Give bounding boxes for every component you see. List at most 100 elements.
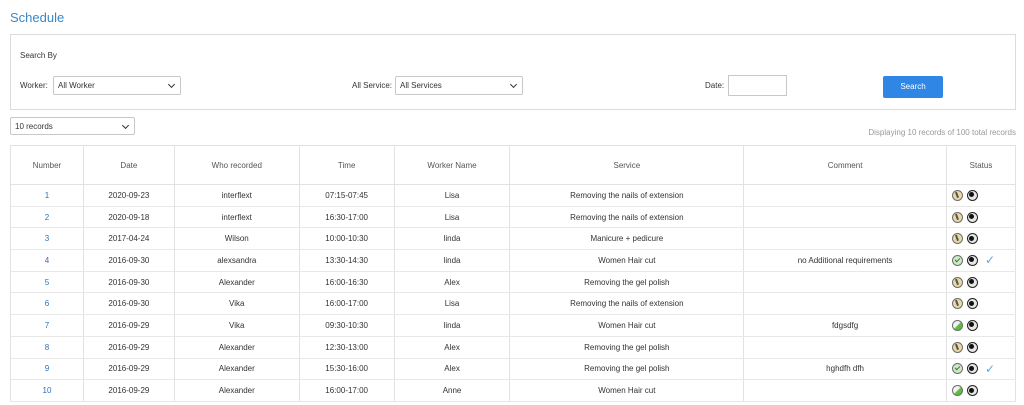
- header-number[interactable]: Number: [10, 145, 84, 185]
- records-per-page-select[interactable]: 10 records: [10, 117, 135, 135]
- row-comment: [743, 292, 947, 316]
- row-service: Removing the nails of extension: [509, 206, 745, 229]
- cancel-icon[interactable]: [966, 341, 978, 353]
- check-icon: ✓: [984, 361, 996, 376]
- row-number-link[interactable]: 6: [10, 292, 84, 316]
- row-status: ✓: [945, 249, 1017, 272]
- row-comment: hghdfh dfh: [743, 358, 947, 381]
- header-date[interactable]: Date: [82, 145, 175, 185]
- row-status: [945, 314, 1017, 337]
- header-who-recorded[interactable]: Who recorded: [173, 145, 300, 185]
- header-service[interactable]: Service: [509, 145, 745, 185]
- pending-icon[interactable]: [951, 211, 963, 223]
- row-number-link[interactable]: 8: [10, 336, 84, 359]
- page-title: Schedule: [10, 10, 65, 25]
- table-row[interactable]: 7 2016-09-29 Vika 09:30-10:30 linda Women Hai…: [10, 314, 1017, 337]
- row-worker-name: Lisa: [393, 292, 511, 316]
- pending-icon[interactable]: [951, 276, 963, 288]
- row-status: ✓: [945, 358, 1017, 381]
- done-icon[interactable]: [951, 319, 963, 331]
- row-comment: no Additional requirements: [743, 249, 947, 272]
- row-service: Removing the gel polish: [509, 336, 745, 359]
- row-time: 13:30-14:30: [298, 249, 395, 272]
- row-worker-name: Anne: [393, 379, 511, 402]
- row-comment: [743, 336, 947, 359]
- chevron-down-icon: [121, 121, 130, 130]
- row-date: 2016-09-29: [82, 336, 175, 359]
- header-time[interactable]: Time: [298, 145, 395, 185]
- row-date: 2016-09-29: [82, 358, 175, 381]
- row-comment: fdgsdfg: [743, 314, 947, 337]
- row-service: Removing the gel polish: [509, 271, 745, 294]
- chevron-down-icon: [509, 80, 518, 89]
- records-summary: Displaying 10 records of 100 total recor…: [868, 128, 1016, 137]
- cancel-icon[interactable]: [966, 276, 978, 288]
- cancel-icon[interactable]: [966, 211, 978, 223]
- row-who-recorded: Alexander: [173, 358, 300, 381]
- date-input[interactable]: [728, 75, 787, 96]
- done-icon[interactable]: [951, 385, 963, 397]
- row-number-link[interactable]: 10: [10, 379, 84, 402]
- table-row[interactable]: 6 2016-09-30 Vika 16:00-17:00 Lisa Removing t…: [10, 292, 1017, 316]
- pending-icon[interactable]: [951, 189, 963, 201]
- row-comment: [743, 184, 947, 207]
- row-status: [945, 184, 1017, 207]
- cancel-icon[interactable]: [966, 189, 978, 201]
- cancel-icon[interactable]: [966, 233, 978, 245]
- header-comment[interactable]: Comment: [743, 145, 947, 185]
- pending-icon[interactable]: [951, 233, 963, 245]
- row-service: Women Hair cut: [509, 249, 745, 272]
- row-date: 2017-04-24: [82, 227, 175, 251]
- cancel-icon[interactable]: [966, 254, 978, 266]
- table-row[interactable]: 8 2016-09-29 Alexander 12:30-13:00 Alex Remov…: [10, 336, 1017, 359]
- table-row[interactable]: 5 2016-09-30 Alexander 16:00-16:30 Alex Remov…: [10, 271, 1017, 294]
- row-service: Women Hair cut: [509, 379, 745, 402]
- row-date: 2016-09-30: [82, 271, 175, 294]
- cancel-icon[interactable]: [966, 363, 978, 375]
- cancel-icon[interactable]: [966, 319, 978, 331]
- row-status: [945, 227, 1017, 251]
- table-header-row: Number Date Who recorded Time Worker Nam…: [10, 145, 1017, 185]
- pending-icon[interactable]: [951, 298, 963, 310]
- row-number-link[interactable]: 1: [10, 184, 84, 207]
- row-worker-name: linda: [393, 314, 511, 337]
- header-worker-name[interactable]: Worker Name: [393, 145, 511, 185]
- row-date: 2016-09-29: [82, 379, 175, 402]
- row-service: Removing the gel polish: [509, 358, 745, 381]
- row-date: 2016-09-30: [82, 292, 175, 316]
- row-number-link[interactable]: 3: [10, 227, 84, 251]
- row-status: [945, 379, 1017, 402]
- service-select[interactable]: All Services: [395, 76, 523, 95]
- cancel-icon[interactable]: [966, 385, 978, 397]
- row-comment: [743, 206, 947, 229]
- table-row[interactable]: 9 2016-09-29 Alexander 15:30-16:00 Alex Remov…: [10, 358, 1017, 381]
- table-row[interactable]: 1 2020-09-23 interflext 07:15-07:45 Lisa Remo…: [10, 184, 1017, 207]
- table-row[interactable]: 3 2017-04-24 Wilson 10:00-10:30 linda Manicur…: [10, 227, 1017, 251]
- header-status[interactable]: Status: [945, 145, 1017, 185]
- worker-select[interactable]: All Worker: [53, 76, 181, 95]
- table-row[interactable]: 2 2020-09-18 interflext 16:30-17:00 Lisa Remo…: [10, 206, 1017, 229]
- row-number-link[interactable]: 7: [10, 314, 84, 337]
- approved-icon[interactable]: [951, 363, 963, 375]
- row-time: 16:00-16:30: [298, 271, 395, 294]
- row-who-recorded: interflext: [173, 184, 300, 207]
- row-status: [945, 271, 1017, 294]
- row-service: Women Hair cut: [509, 314, 745, 337]
- search-button[interactable]: Search: [883, 76, 943, 98]
- row-number-link[interactable]: 4: [10, 249, 84, 272]
- cancel-icon[interactable]: [966, 298, 978, 310]
- table-row[interactable]: 10 2016-09-29 Alexander 16:00-17:00 Anne Wome…: [10, 379, 1017, 402]
- row-comment: [743, 271, 947, 294]
- row-time: 16:00-17:00: [298, 379, 395, 402]
- row-number-link[interactable]: 2: [10, 206, 84, 229]
- approved-icon[interactable]: [951, 254, 963, 266]
- pending-icon[interactable]: [951, 341, 963, 353]
- table-row[interactable]: 4 2016-09-30 alexsandra 13:30-14:30 linda Wom…: [10, 249, 1017, 272]
- row-date: 2016-09-30: [82, 249, 175, 272]
- search-heading: Search By: [20, 51, 57, 60]
- date-label: Date:: [705, 81, 725, 90]
- worker-select-value: All Worker: [58, 81, 95, 90]
- row-number-link[interactable]: 5: [10, 271, 84, 294]
- row-number-link[interactable]: 9: [10, 358, 84, 381]
- check-icon: ✓: [984, 253, 996, 268]
